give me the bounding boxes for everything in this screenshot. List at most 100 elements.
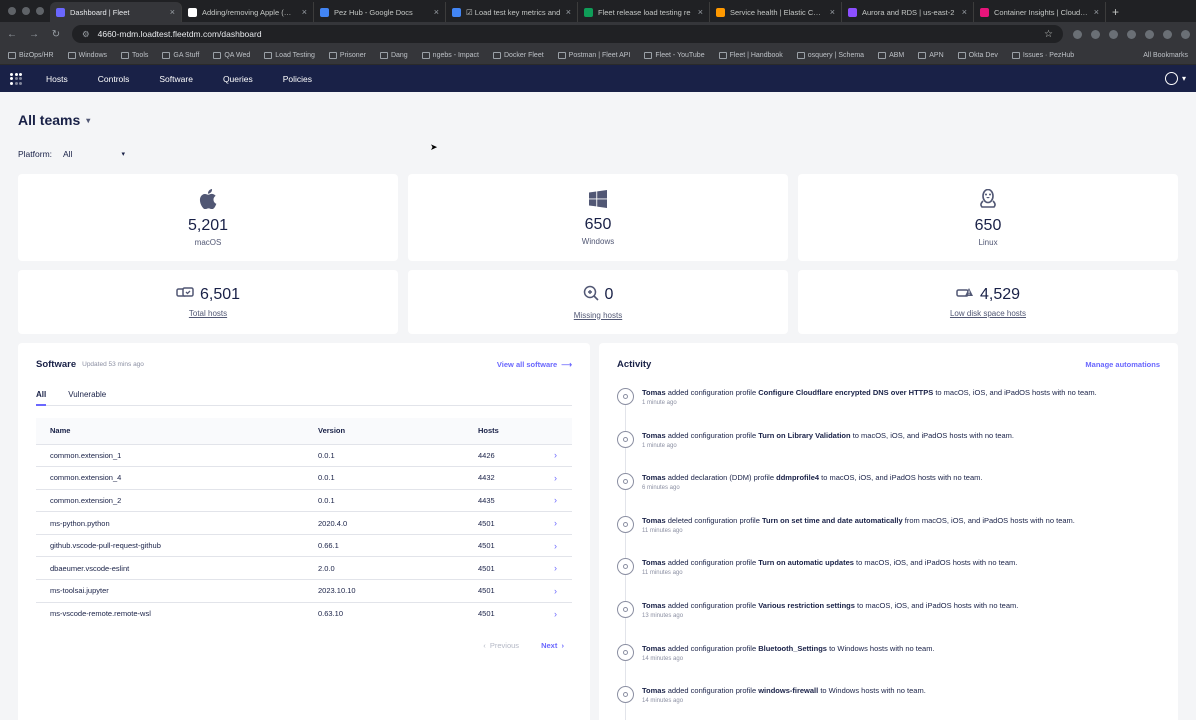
activity-target: from macOS, iOS, and iPadOS hosts with n… — [904, 515, 1075, 525]
bookmark-item[interactable]: Tools — [121, 51, 148, 59]
nav-policies[interactable]: Policies — [283, 74, 312, 84]
fleet-logo-icon[interactable] — [10, 72, 22, 85]
all-bookmarks[interactable]: All Bookmarks — [1143, 52, 1188, 59]
chevron-right-icon[interactable]: › — [554, 556, 572, 580]
previous-page-button[interactable]: ‹ Previous — [483, 641, 519, 650]
platform-card-macos[interactable]: 5,201 macOS — [18, 174, 398, 261]
software-version: 0.0.1 — [304, 466, 464, 490]
tab-all[interactable]: All — [36, 390, 47, 406]
nav-software[interactable]: Software — [159, 74, 193, 84]
site-info-icon[interactable]: ⚙ — [82, 29, 90, 40]
tab-close-icon[interactable]: × — [962, 7, 967, 17]
summary-card[interactable]: 0 Missing hosts — [408, 270, 788, 334]
bookmark-folder-icon — [121, 51, 130, 59]
back-icon[interactable]: ← — [6, 29, 18, 40]
browser-tab[interactable]: Aurora and RDS | us-east-2 × — [842, 2, 974, 22]
chevron-right-icon[interactable]: › — [554, 443, 572, 467]
nav-queries[interactable]: Queries — [223, 74, 253, 84]
new-tab-button[interactable]: + — [1106, 5, 1125, 22]
column-header[interactable]: Version — [304, 418, 464, 444]
platform-label: macOS — [194, 237, 222, 247]
table-row[interactable]: common.extension_2 0.0.1 4435 › — [36, 488, 572, 512]
browser-tab[interactable]: ☑ Load test key metrics and × — [446, 2, 578, 22]
bookmark-item[interactable]: GA Stuff — [162, 51, 199, 59]
table-row[interactable]: common.extension_4 0.0.1 4432 › — [36, 466, 572, 490]
bookmark-item[interactable]: osquery | Schema — [796, 51, 864, 59]
nav-hosts[interactable]: Hosts — [46, 74, 68, 84]
table-row[interactable]: dbaeumer.vscode-eslint 2.0.0 4501 › — [36, 556, 572, 580]
activity-actor: Tomas — [642, 686, 666, 696]
platform-card-windows[interactable]: 650 Windows — [408, 174, 788, 261]
user-avatar-icon — [617, 388, 634, 405]
table-row[interactable]: github.vscode-pull-request-github 0.66.1 4… — [36, 533, 572, 557]
bookmark-item[interactable]: Issues · PezHub — [1011, 51, 1074, 59]
chevron-right-icon[interactable]: › — [554, 533, 572, 557]
bookmark-item[interactable]: Dang — [379, 51, 408, 59]
bookmark-item[interactable]: Fleet | Handbook — [718, 51, 783, 59]
reload-icon[interactable]: ↻ — [50, 29, 62, 40]
activity-text: Tomas added declaration (DDM) profile dd… — [642, 473, 982, 516]
view-all-software-link[interactable]: View all software ⟶ — [497, 360, 572, 369]
platform-card-linux[interactable]: 650 Linux — [798, 174, 1178, 261]
bookmark-item[interactable]: ABM — [878, 51, 904, 59]
column-header[interactable]: Name — [36, 418, 304, 444]
next-page-button[interactable]: Next › — [541, 641, 564, 650]
bookmark-item[interactable]: Postman | Fleet API — [557, 51, 630, 59]
activity-action: added configuration profile — [667, 430, 757, 440]
forward-icon[interactable]: → — [28, 29, 40, 40]
browser-tab[interactable]: Pez Hub - Google Docs × — [314, 2, 446, 22]
chevron-right-icon[interactable]: › — [554, 579, 572, 603]
chevron-right-icon[interactable]: › — [554, 601, 572, 625]
bookmark-star-icon[interactable]: ☆ — [1044, 29, 1053, 40]
tab-close-icon[interactable]: × — [1094, 7, 1099, 17]
table-row[interactable]: ms-vscode-remote.remote-wsl 0.63.10 4501 › — [36, 601, 572, 625]
tab-close-icon[interactable]: × — [170, 7, 175, 17]
platform-select[interactable]: All ▾ — [58, 146, 130, 162]
activity-action: added configuration profile — [667, 643, 757, 653]
chevron-right-icon[interactable]: › — [554, 488, 572, 512]
browser-tab[interactable]: Adding/removing Apple (mac × — [182, 2, 314, 22]
bookmark-item[interactable]: Docker Fleet — [492, 51, 544, 59]
manage-automations-link[interactable]: Manage automations — [1085, 360, 1160, 369]
chevron-right-icon[interactable]: › — [554, 466, 572, 490]
tab-close-icon[interactable]: × — [302, 7, 307, 17]
summary-label[interactable]: Low disk space hosts — [950, 309, 1026, 318]
chevron-right-icon[interactable]: › — [554, 511, 572, 535]
extensions[interactable] — [1073, 29, 1190, 39]
summary-label[interactable]: Total hosts — [189, 309, 227, 318]
bookmark-item[interactable]: BizOps/HR — [8, 51, 54, 59]
browser-tab[interactable]: Service health | Elastic Conta × — [710, 2, 842, 22]
user-menu[interactable]: ▾ — [1164, 72, 1186, 85]
bookmark-item[interactable]: Fleet - YouTube — [644, 51, 705, 59]
table-row[interactable]: ms-toolsai.jupyter 2023.10.10 4501 › — [36, 579, 572, 603]
software-version: 2023.10.10 — [304, 579, 464, 603]
column-header[interactable]: Hosts — [464, 418, 554, 444]
summary-label[interactable]: Missing hosts — [574, 311, 622, 320]
browser-tab[interactable]: Dashboard | Fleet × — [50, 2, 182, 22]
browser-tab[interactable]: Container Insights | CloudWa × — [974, 2, 1106, 22]
window-controls[interactable] — [8, 7, 44, 15]
bookmark-item[interactable]: Okta Dev — [957, 51, 998, 59]
bookmark-item[interactable]: Load Testing — [264, 51, 315, 59]
bookmark-item[interactable]: APN — [918, 51, 944, 59]
summary-card[interactable]: 4,529 Low disk space hosts — [798, 270, 1178, 334]
tab-close-icon[interactable]: × — [698, 7, 703, 17]
low-disk-icon — [956, 286, 974, 304]
table-row[interactable]: common.extension_1 0.0.1 4426 › — [36, 443, 572, 467]
tab-vulnerable[interactable]: Vulnerable — [68, 390, 106, 399]
bookmark-item[interactable]: Prisoner — [328, 51, 366, 59]
bookmark-item[interactable]: Windows — [67, 51, 107, 59]
software-version: 0.0.1 — [304, 488, 464, 512]
tab-close-icon[interactable]: × — [830, 7, 835, 17]
teams-dropdown[interactable]: All teams ▾ — [18, 112, 1178, 128]
bookmark-item[interactable]: ngebs - Impact — [421, 51, 479, 59]
tab-close-icon[interactable]: × — [434, 7, 439, 17]
browser-tab[interactable]: Fleet release load testing re × — [578, 2, 710, 22]
bookmark-item[interactable]: QA Wed — [213, 51, 250, 59]
nav-controls[interactable]: Controls — [98, 74, 130, 84]
table-row[interactable]: ms-python.python 2020.4.0 4501 › — [36, 511, 572, 535]
tab-close-icon[interactable]: × — [566, 7, 571, 17]
address-bar[interactable]: ⚙ 4660-mdm.loadtest.fleetdm.com/dashboar… — [72, 25, 1063, 43]
activity-action: added configuration profile — [667, 388, 757, 397]
summary-card[interactable]: 6,501 Total hosts — [18, 270, 398, 334]
